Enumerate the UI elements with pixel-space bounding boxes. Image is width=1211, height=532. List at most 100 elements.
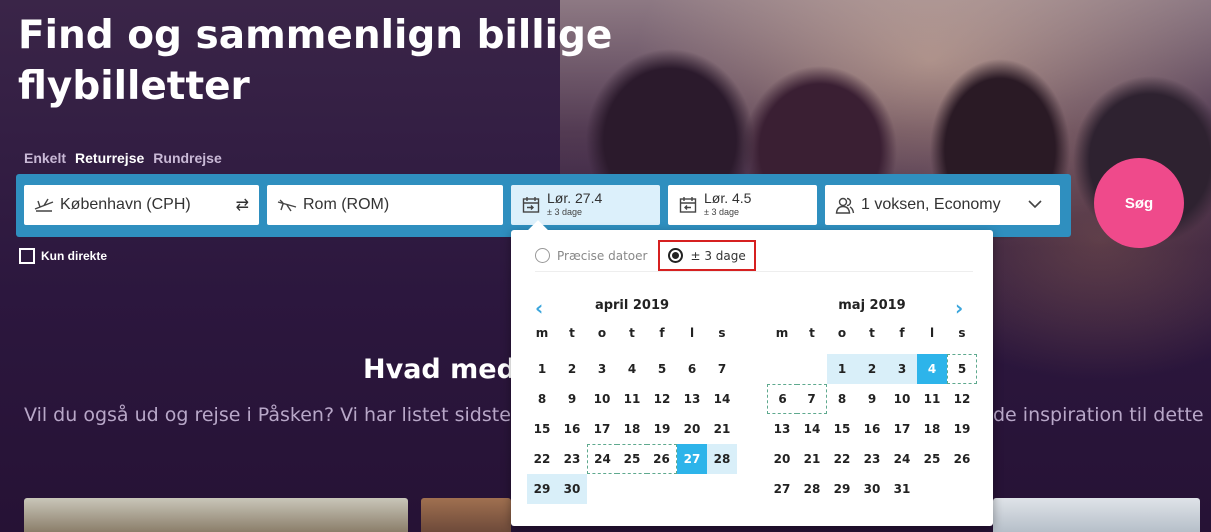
calendar-day[interactable]: 17 [587, 414, 617, 444]
calendar-day[interactable]: 28 [797, 474, 827, 504]
calendar-day[interactable]: 17 [887, 414, 917, 444]
calendar-day[interactable]: 30 [857, 474, 887, 504]
plane-landing-icon [277, 195, 297, 215]
month-april: april 2019 mtotfls 1 2 3 4 5 6 7 8 9 10 11 12 13 14 15… [527, 298, 737, 504]
calendar-day[interactable]: 1 [827, 354, 857, 384]
calendar-day-selected[interactable]: 4 [917, 354, 947, 384]
calendar-day[interactable]: 28 [707, 444, 737, 474]
calendar-day[interactable]: 12 [947, 384, 977, 414]
direct-only-checkbox[interactable] [19, 248, 35, 264]
calendar-day[interactable]: 18 [617, 414, 647, 444]
calendar-day[interactable]: 14 [797, 414, 827, 444]
tab-return[interactable]: Returrejse [75, 150, 144, 166]
exact-dates-label: Præcise datoer [557, 248, 648, 263]
plane-takeoff-icon [34, 195, 54, 215]
calendar-day[interactable]: 1 [527, 354, 557, 384]
calendar-day[interactable]: 29 [827, 474, 857, 504]
exact-dates-option[interactable]: Præcise datoer [535, 248, 647, 263]
calendar-day[interactable]: 2 [857, 354, 887, 384]
calendar-day[interactable]: 27 [767, 474, 797, 504]
divider [535, 271, 973, 272]
calendar-day[interactable]: 15 [527, 414, 557, 444]
calendar-day[interactable]: 2 [557, 354, 587, 384]
calendar-day[interactable]: 25 [617, 444, 647, 474]
calendar-day[interactable]: 20 [767, 444, 797, 474]
passengers-field[interactable]: 1 voksen, Economy [825, 185, 1060, 225]
weekday-label: t [809, 326, 815, 340]
calendar-day[interactable]: 8 [527, 384, 557, 414]
calendar-day[interactable]: 4 [617, 354, 647, 384]
radio-selected-icon [668, 248, 684, 263]
calendar-day[interactable]: 7 [797, 384, 827, 414]
calendar-day[interactable]: 29 [527, 474, 557, 504]
calendar-day[interactable]: 11 [917, 384, 947, 414]
calendar-day[interactable]: 5 [647, 354, 677, 384]
calendar-day[interactable]: 19 [947, 414, 977, 444]
weekday-label: s [958, 326, 966, 340]
calendar-day[interactable]: 24 [887, 444, 917, 474]
calendar-day[interactable]: 5 [947, 354, 977, 384]
calendar-day[interactable]: 18 [917, 414, 947, 444]
calendar-day[interactable]: 23 [857, 444, 887, 474]
calendar-day[interactable]: 10 [587, 384, 617, 414]
calendar-day[interactable]: 22 [527, 444, 557, 474]
calendar-day[interactable]: 15 [827, 414, 857, 444]
calendar-day[interactable]: 26 [947, 444, 977, 474]
calendar-day[interactable]: 12 [647, 384, 677, 414]
depart-date: Lør. 27.4 [547, 189, 603, 206]
tab-multi-city[interactable]: Rundrejse [153, 150, 221, 166]
calendar-day[interactable]: 7 [707, 354, 737, 384]
destination-card[interactable] [421, 498, 511, 532]
calendar-day[interactable]: 21 [797, 444, 827, 474]
calendar-day[interactable]: 6 [677, 354, 707, 384]
destination-card[interactable] [993, 498, 1200, 532]
trip-type-tabs: Enkelt Returrejse Rundrejse [24, 150, 231, 166]
tab-one-way[interactable]: Enkelt [24, 150, 66, 166]
search-button[interactable]: Søg [1094, 158, 1184, 248]
weekday-label: f [899, 326, 905, 340]
calendar-day[interactable]: 3 [887, 354, 917, 384]
section-subtitle-end: de inspiration til dette [993, 404, 1204, 426]
chevron-down-icon [1028, 197, 1042, 216]
calendar-day[interactable]: 21 [707, 414, 737, 444]
calendar-day[interactable]: 24 [587, 444, 617, 474]
weekday-header: mtotfls [767, 326, 977, 346]
return-date: Lør. 4.5 [704, 189, 752, 206]
calendar-day[interactable]: 25 [917, 444, 947, 474]
calendar-day[interactable]: 8 [827, 384, 857, 414]
calendar-day[interactable]: 16 [557, 414, 587, 444]
calendar-day[interactable]: 9 [857, 384, 887, 414]
direct-only-toggle[interactable]: Kun direkte [19, 248, 107, 264]
destination-field[interactable]: Rom (ROM) [267, 185, 503, 225]
calendar-day[interactable]: 9 [557, 384, 587, 414]
calendar-day[interactable]: 6 [767, 384, 797, 414]
calendar-day[interactable]: 19 [647, 414, 677, 444]
calendar-day[interactable]: 26 [647, 444, 677, 474]
calendar-day[interactable]: 11 [617, 384, 647, 414]
destination-card[interactable] [24, 498, 408, 532]
users-icon [835, 195, 855, 215]
calendar-day-selected[interactable]: 27 [677, 444, 707, 474]
depart-date-field[interactable]: Lør. 27.4 ± 3 dage [511, 185, 660, 225]
passengers-value: 1 voksen, Economy [861, 196, 1001, 213]
calendar-day[interactable]: 10 [887, 384, 917, 414]
calendar-day[interactable]: 30 [557, 474, 587, 504]
calendar-day[interactable]: 3 [587, 354, 617, 384]
calendar-day[interactable]: 14 [707, 384, 737, 414]
calendar-day[interactable]: 23 [557, 444, 587, 474]
swap-icon[interactable]: ⇄ [236, 195, 249, 215]
calendar-day[interactable]: 20 [677, 414, 707, 444]
calendar-day[interactable]: 13 [677, 384, 707, 414]
origin-field[interactable]: København (CPH) ⇄ [24, 185, 259, 225]
calendar-day[interactable]: 13 [767, 414, 797, 444]
weekday-label: o [837, 326, 847, 340]
return-date-field[interactable]: Lør. 4.5 ± 3 dage [668, 185, 817, 225]
weekday-header: mtotfls [527, 326, 737, 346]
weekday-label: m [775, 326, 789, 340]
section-title: Hvad med [363, 354, 516, 385]
flexible-dates-option[interactable]: ± 3 dage [658, 240, 756, 271]
calendar-day[interactable]: 22 [827, 444, 857, 474]
month-title: april 2019 [594, 298, 670, 313]
calendar-day[interactable]: 16 [857, 414, 887, 444]
calendar-day[interactable]: 31 [887, 474, 917, 504]
